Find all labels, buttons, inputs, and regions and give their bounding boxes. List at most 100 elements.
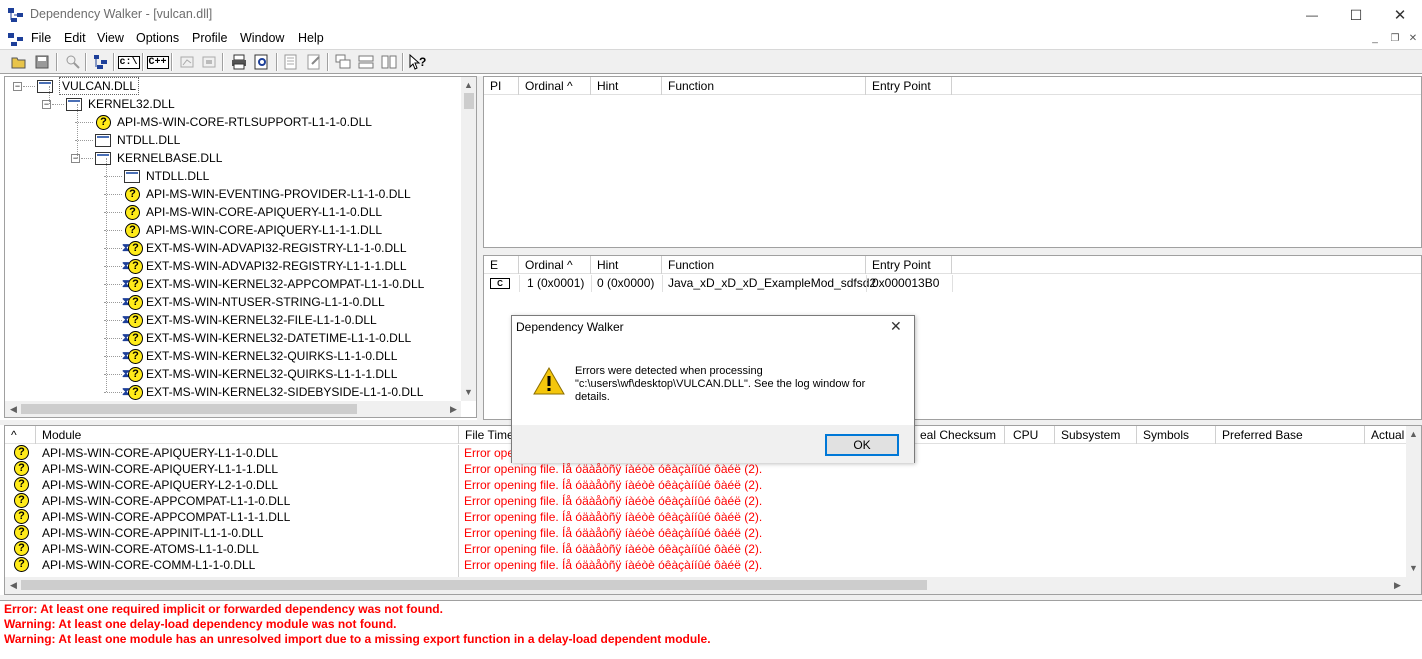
tile-horizontal-button[interactable] [355,52,376,72]
module-dependency-tree[interactable]: − VULCAN.DLL − KERNEL32.DLL? API-MS-WIN-CORE… [4,76,477,418]
full-paths-button[interactable]: c:\ [117,52,140,72]
menu-edit[interactable]: Edit [64,31,86,45]
imports-col-ordinal[interactable]: Ordinal ^ [519,77,591,95]
menu-options[interactable]: Options [136,31,179,45]
autoexpand-button[interactable] [90,52,111,72]
scrollbar-thumb[interactable] [21,580,927,590]
tree-item[interactable]: ⧗? EXT-MS-WIN-KERNEL32-QUIRKS-L1-1-1.DLL [5,365,461,383]
modules-col-module[interactable]: Module [36,426,459,444]
tree-vertical-scrollbar[interactable]: ▲ ▼ [460,77,476,401]
tree-item-label: NTDLL.DLL [146,169,210,183]
modules-col-subsystem[interactable]: Subsystem [1055,426,1137,444]
context-help-button[interactable]: ? [407,52,428,72]
tree-horizontal-scrollbar[interactable]: ◀ ▶ [5,401,461,417]
imports-col-hint[interactable]: Hint [591,77,662,95]
maximize-button[interactable]: ☐ [1334,0,1378,30]
scroll-up-arrow-icon[interactable]: ▲ [1405,429,1421,439]
module-row[interactable]: ? API-MS-WIN-CORE-COMM-L1-1-0.DLL Error op… [5,557,1407,573]
tree-item[interactable]: ? API-MS-WIN-EVENTING-PROVIDER-L1-1-0.DLL [5,185,461,203]
tree-item[interactable]: NTDLL.DLL [5,131,461,149]
scroll-left-arrow-icon[interactable]: ◀ [5,404,22,415]
export-row[interactable]: C 1 (0x0001) 0 (0x0000) Java_xD_xD_xD_Ex… [484,275,1421,292]
module-row[interactable]: ? API-MS-WIN-CORE-APIQUERY-L2-1-0.DLL Erro… [5,477,1407,493]
imports-col-function[interactable]: Function [662,77,866,95]
module-row[interactable]: ? API-MS-WIN-CORE-APIQUERY-L1-1-1.DLL Erro… [5,461,1407,477]
save-button[interactable] [31,52,52,72]
missing-module-icon: ? [128,277,143,292]
log-pane[interactable]: Error: At least one required implicit or… [0,600,1422,659]
scrollbar-thumb[interactable] [21,404,357,414]
modules-col-preferred-base[interactable]: Preferred Base [1216,426,1365,444]
tree-item[interactable]: ⧗? EXT-MS-WIN-KERNEL32-DATETIME-L1-1-0.DL… [5,329,461,347]
copy-button[interactable] [62,52,83,72]
modules-vertical-scrollbar[interactable]: ▲ ▼ [1405,426,1421,577]
collapse-toggle-icon[interactable]: − [13,82,22,91]
imports-col-pi[interactable]: PI [484,77,519,95]
ok-button[interactable]: OK [825,434,899,456]
scroll-right-arrow-icon[interactable]: ▶ [445,404,462,415]
exports-header: E Ordinal ^ Hint Function Entry Point [484,256,1421,274]
scroll-right-arrow-icon[interactable]: ▶ [1389,580,1406,591]
scroll-left-arrow-icon[interactable]: ◀ [5,580,22,591]
exports-col-entry-point[interactable]: Entry Point [866,256,952,274]
module-row[interactable]: ? API-MS-WIN-CORE-APPINIT-L1-1-0.DLL Error… [5,525,1407,541]
tree-item[interactable]: ⧗? EXT-MS-WIN-KERNEL32-FILE-L1-1-0.DLL [5,311,461,329]
tree-item[interactable]: ⧗? EXT-MS-WIN-ADVAPI32-REGISTRY-L1-1-1.DL… [5,257,461,275]
properties-button[interactable] [280,52,301,72]
cascade-button[interactable] [332,52,353,72]
modules-horizontal-scrollbar[interactable]: ◀ ▶ [5,577,1421,594]
module-row[interactable]: ? API-MS-WIN-CORE-APPCOMPAT-L1-1-1.DLL Err… [5,509,1407,525]
mdi-close-button[interactable]: ✕ [1405,32,1421,46]
parent-imports-pane[interactable]: PI Ordinal ^ Hint Function Entry Point [483,76,1422,248]
close-window-button[interactable]: ✕ [1378,0,1422,30]
module-row[interactable]: ? API-MS-WIN-CORE-ATOMS-L1-1-0.DLL Error o… [5,541,1407,557]
scroll-down-arrow-icon[interactable]: ▼ [460,387,476,397]
external-viewer-button[interactable] [303,52,324,72]
tile-vertical-button[interactable] [378,52,399,72]
undecorate-cpp-button[interactable]: C++ [146,52,169,72]
print-button[interactable] [228,52,249,72]
menu-file[interactable]: File [31,31,51,45]
tree-item[interactable]: ⧗? EXT-MS-WIN-KERNEL32-APPCOMPAT-L1-1-0.D… [5,275,461,293]
profile-start-button[interactable] [176,52,197,72]
menu-help[interactable]: Help [298,31,324,45]
exports-col-function[interactable]: Function [662,256,866,274]
tree-item[interactable]: − KERNEL32.DLL [5,95,461,113]
tree-item[interactable]: − VULCAN.DLL [5,77,461,95]
exports-col-e[interactable]: E [484,256,519,274]
modules-col-checksum[interactable]: eal Checksum [914,426,1005,444]
find-button[interactable] [251,52,272,72]
mdi-child-icon[interactable] [8,32,24,47]
modules-col-sort[interactable]: ^ [5,426,36,444]
mdi-minimize-button[interactable]: _ [1367,32,1383,46]
menu-view[interactable]: View [97,31,124,45]
exports-col-hint[interactable]: Hint [591,256,662,274]
tree-item[interactable]: ⧗? EXT-MS-WIN-KERNEL32-QUIRKS-L1-1-0.DLL [5,347,461,365]
tree-item[interactable]: ? API-MS-WIN-CORE-RTLSUPPORT-L1-1-0.DLL [5,113,461,131]
tree-item[interactable]: − KERNELBASE.DLL [5,149,461,167]
collapse-toggle-icon[interactable]: − [71,154,80,163]
imports-col-entry-point[interactable]: Entry Point [866,77,952,95]
minimize-window-button[interactable]: — [1290,0,1334,30]
modules-col-cpu[interactable]: CPU [1007,426,1055,444]
modules-col-symbols[interactable]: Symbols [1137,426,1216,444]
dialog-close-button[interactable]: ✕ [890,318,902,335]
tree-item[interactable]: ⧗? EXT-MS-WIN-NTUSER-STRING-L1-1-0.DLL [5,293,461,311]
tree-item-label: EXT-MS-WIN-ADVAPI32-REGISTRY-L1-1-0.DLL [146,241,407,255]
mdi-restore-button[interactable]: ❐ [1387,32,1403,46]
tree-item[interactable]: ⧗? EXT-MS-WIN-ADVAPI32-REGISTRY-L1-1-0.DL… [5,239,461,257]
tree-item[interactable]: ⧗? EXT-MS-WIN-KERNEL32-SIDEBYSIDE-L1-1-0.… [5,383,461,401]
tree-item[interactable]: ? API-MS-WIN-CORE-APIQUERY-L1-1-0.DLL [5,203,461,221]
menu-profile[interactable]: Profile [192,31,227,45]
horizontal-splitter[interactable] [483,248,1422,255]
exports-col-ordinal[interactable]: Ordinal ^ [519,256,591,274]
module-row[interactable]: ? API-MS-WIN-CORE-APPCOMPAT-L1-1-0.DLL Err… [5,493,1407,509]
tree-item[interactable]: NTDLL.DLL [5,167,461,185]
menu-window[interactable]: Window [240,31,284,45]
profile-stop-button[interactable] [198,52,219,72]
scroll-down-arrow-icon[interactable]: ▼ [1405,563,1421,573]
tree-item[interactable]: ? API-MS-WIN-CORE-APIQUERY-L1-1-1.DLL [5,221,461,239]
scroll-up-arrow-icon[interactable]: ▲ [460,80,476,90]
scrollbar-thumb[interactable] [464,93,474,109]
open-button[interactable] [8,52,29,72]
